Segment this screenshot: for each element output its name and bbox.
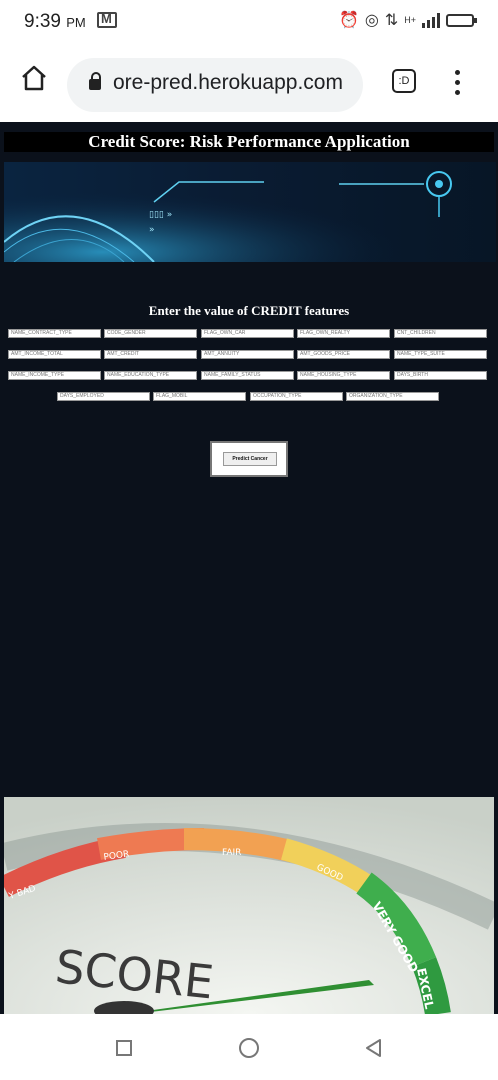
predict-button[interactable]: Predict Cancer bbox=[223, 452, 277, 466]
network-type: H+ bbox=[404, 15, 416, 25]
name-family-status-input[interactable]: NAME_FAMILY_STATUS bbox=[201, 371, 294, 380]
url-text[interactable]: ore-pred.herokuapp.com bbox=[113, 71, 343, 95]
cnt-children-input[interactable]: CNT_CHILDREN bbox=[394, 329, 487, 338]
battery-icon bbox=[446, 13, 477, 27]
home-icon[interactable] bbox=[20, 64, 48, 92]
web-page: Credit Score: Risk Performance Applicati… bbox=[0, 122, 498, 1014]
amt-goods-price-input[interactable]: AMT_GOODS_PRICE bbox=[297, 350, 390, 359]
organization-type-input[interactable]: ORGANIZATION_TYPE bbox=[346, 392, 439, 401]
svg-text:▯▯▯ »: ▯▯▯ » bbox=[149, 210, 172, 220]
name-income-type-input[interactable]: NAME_INCOME_TYPE bbox=[8, 371, 101, 380]
alarm-icon: ⏰ bbox=[338, 12, 359, 29]
amt-credit-input[interactable]: AMT_CREDIT bbox=[104, 350, 197, 359]
status-time: 9:39 PM bbox=[24, 11, 86, 32]
svg-text:»: » bbox=[149, 225, 155, 235]
name-education-type-input[interactable]: NAME_EDUCATION_TYPE bbox=[104, 371, 197, 380]
gmail-icon bbox=[97, 11, 117, 28]
address-bar[interactable]: ore-pred.herokuapp.com bbox=[67, 58, 363, 112]
recent-apps-icon[interactable] bbox=[116, 1040, 132, 1056]
overflow-menu-icon[interactable] bbox=[455, 70, 461, 100]
flag-own-car-input[interactable]: FLAG_OWN_CAR bbox=[201, 329, 294, 338]
name-housing-type-input[interactable]: NAME_HOUSING_TYPE bbox=[297, 371, 390, 380]
home-nav-icon[interactable] bbox=[239, 1038, 259, 1058]
system-nav-bar bbox=[0, 1014, 498, 1080]
page-title: Credit Score: Risk Performance Applicati… bbox=[4, 132, 494, 152]
amt-annuity-input[interactable]: AMT_ANNUITY bbox=[201, 350, 294, 359]
name-contract-type-input[interactable]: NAME_CONTRACT_TYPE bbox=[8, 329, 101, 338]
lock-icon bbox=[89, 72, 101, 90]
form-subtitle: Enter the value of CREDIT features bbox=[148, 303, 350, 318]
data-transfer-icon: ⇅ bbox=[384, 12, 399, 29]
code-gender-input[interactable]: CODE_GENDER bbox=[104, 329, 197, 338]
name-type-suite-input[interactable]: NAME_TYPE_SUITE bbox=[394, 350, 487, 359]
days-birth-input[interactable]: DAYS_BIRTH bbox=[394, 371, 487, 380]
occupation-type-input[interactable]: OCCUPATION_TYPE bbox=[250, 392, 343, 401]
band-label-fair: FAIR bbox=[222, 848, 241, 858]
hotspot-icon: ◎ bbox=[364, 12, 379, 29]
status-icons: ⏰ ◎ ⇅ H+ bbox=[338, 10, 477, 30]
score-gauge-image: Y BAD POOR FAIR GOOD VERY GOOD EXCEL SCO… bbox=[4, 797, 494, 1014]
status-bar: 9:39 PM ⏰ ◎ ⇅ H+ bbox=[0, 0, 498, 44]
signal-icon bbox=[422, 12, 440, 28]
back-icon[interactable] bbox=[364, 1038, 382, 1063]
browser-toolbar: ore-pred.herokuapp.com :D bbox=[0, 44, 498, 123]
tab-switcher-button[interactable]: :D bbox=[392, 69, 416, 93]
amt-income-total-input[interactable]: AMT_INCOME_TOTAL bbox=[8, 350, 101, 359]
days-employed-input[interactable]: DAYS_EMPLOYED bbox=[57, 392, 150, 401]
flag-mobil-input[interactable]: FLAG_MOBIL bbox=[153, 392, 246, 401]
predict-container: Predict Cancer bbox=[210, 441, 288, 477]
flag-own-realty-input[interactable]: FLAG_OWN_REALTY bbox=[297, 329, 390, 338]
tech-banner-image: ▯▯▯ » » bbox=[4, 162, 496, 262]
